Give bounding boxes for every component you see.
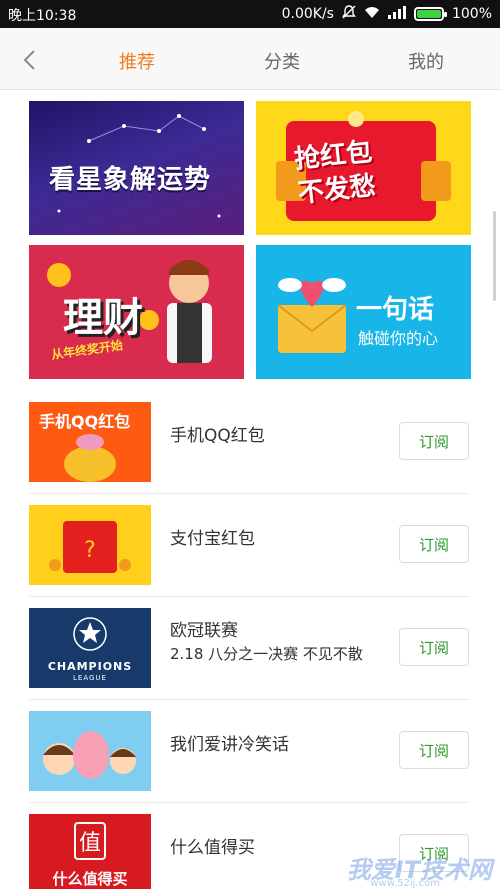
banner-title: 看星象解运势 bbox=[49, 165, 212, 195]
watermark-url: www.52ij.com bbox=[370, 878, 440, 889]
subscribe-button[interactable]: 订阅 bbox=[399, 628, 469, 666]
main-content: 看星象解运势 抢红包 不发愁 理财 从年终奖开始 一句话 触碰你的心 手机QQ红… bbox=[0, 91, 500, 889]
status-bar: 晚上10:38 0.00K/s 100% bbox=[0, 0, 500, 28]
nav-bar: 推荐 分类 我的 bbox=[0, 28, 500, 90]
item-name: 我们爱讲冷笑话 bbox=[170, 735, 289, 755]
item-name: 支付宝红包 bbox=[170, 529, 255, 549]
scrollbar[interactable] bbox=[493, 211, 496, 301]
thumbnail-alipay-red-envelope: ? bbox=[29, 505, 151, 585]
money-bag-icon bbox=[64, 434, 116, 482]
subscribe-button[interactable]: 订阅 bbox=[399, 422, 469, 460]
banner-title: 抢红包 不发愁 bbox=[292, 137, 378, 209]
item-desc: 2.18 八分之一决赛 不见不散 bbox=[170, 645, 363, 663]
wifi-icon bbox=[364, 6, 380, 23]
seal-icon: 值 bbox=[74, 822, 106, 860]
banner-subtitle: 触碰你的心 bbox=[358, 329, 439, 348]
back-chevron-icon bbox=[23, 50, 35, 70]
signal-icon bbox=[387, 5, 406, 23]
list-item[interactable]: 手机QQ红包 手机QQ红包 订阅 bbox=[29, 391, 469, 494]
thumbnail-cold-jokes bbox=[29, 711, 151, 791]
subscribe-button[interactable]: 订阅 bbox=[399, 525, 469, 563]
item-name: 欧冠联赛 bbox=[170, 621, 238, 641]
mute-icon bbox=[342, 5, 356, 23]
banner-red-envelope[interactable]: 抢红包 不发愁 bbox=[256, 101, 471, 235]
thumbnail-champions-league: CHAMPIONS LEAGUE bbox=[29, 608, 151, 688]
thumbnail-smzdm: 值 什么值得买 bbox=[29, 814, 151, 889]
cartoon-characters-icon bbox=[43, 731, 136, 779]
network-speed: 0.00K/s bbox=[281, 6, 334, 22]
list-item[interactable]: CHAMPIONS LEAGUE 欧冠联赛 2.18 八分之一决赛 不见不散 订… bbox=[29, 597, 469, 700]
battery-percent: 100% bbox=[451, 6, 492, 22]
list-item[interactable]: ? 支付宝红包 订阅 bbox=[29, 494, 469, 597]
list-item[interactable]: 我们爱讲冷笑话 订阅 bbox=[29, 700, 469, 803]
battery-fill bbox=[416, 10, 441, 18]
tab-category[interactable]: 分类 bbox=[264, 48, 300, 74]
tab-recommend[interactable]: 推荐 bbox=[119, 48, 155, 74]
banner-title: 理财 bbox=[63, 295, 143, 341]
status-right: 0.00K/s 100% bbox=[282, 5, 492, 23]
back-button[interactable] bbox=[16, 46, 44, 74]
item-name: 什么值得买 bbox=[170, 838, 255, 858]
red-envelope-icon: ? bbox=[49, 521, 131, 573]
svg-text:?: ? bbox=[84, 538, 96, 563]
item-name: 手机QQ红包 bbox=[170, 426, 265, 446]
banner-title: 一句话 bbox=[356, 295, 435, 325]
tab-mine[interactable]: 我的 bbox=[408, 48, 444, 74]
battery-icon bbox=[413, 7, 447, 21]
thumbnail-qq-red-envelope: 手机QQ红包 bbox=[29, 402, 151, 482]
banner-finance[interactable]: 理财 从年终奖开始 bbox=[29, 245, 244, 379]
banner-one-sentence[interactable]: 一句话 触碰你的心 bbox=[256, 245, 471, 379]
subscribe-button[interactable]: 订阅 bbox=[399, 731, 469, 769]
banner-horoscope[interactable]: 看星象解运势 bbox=[29, 101, 244, 235]
status-time: 晚上10:38 bbox=[8, 8, 77, 24]
